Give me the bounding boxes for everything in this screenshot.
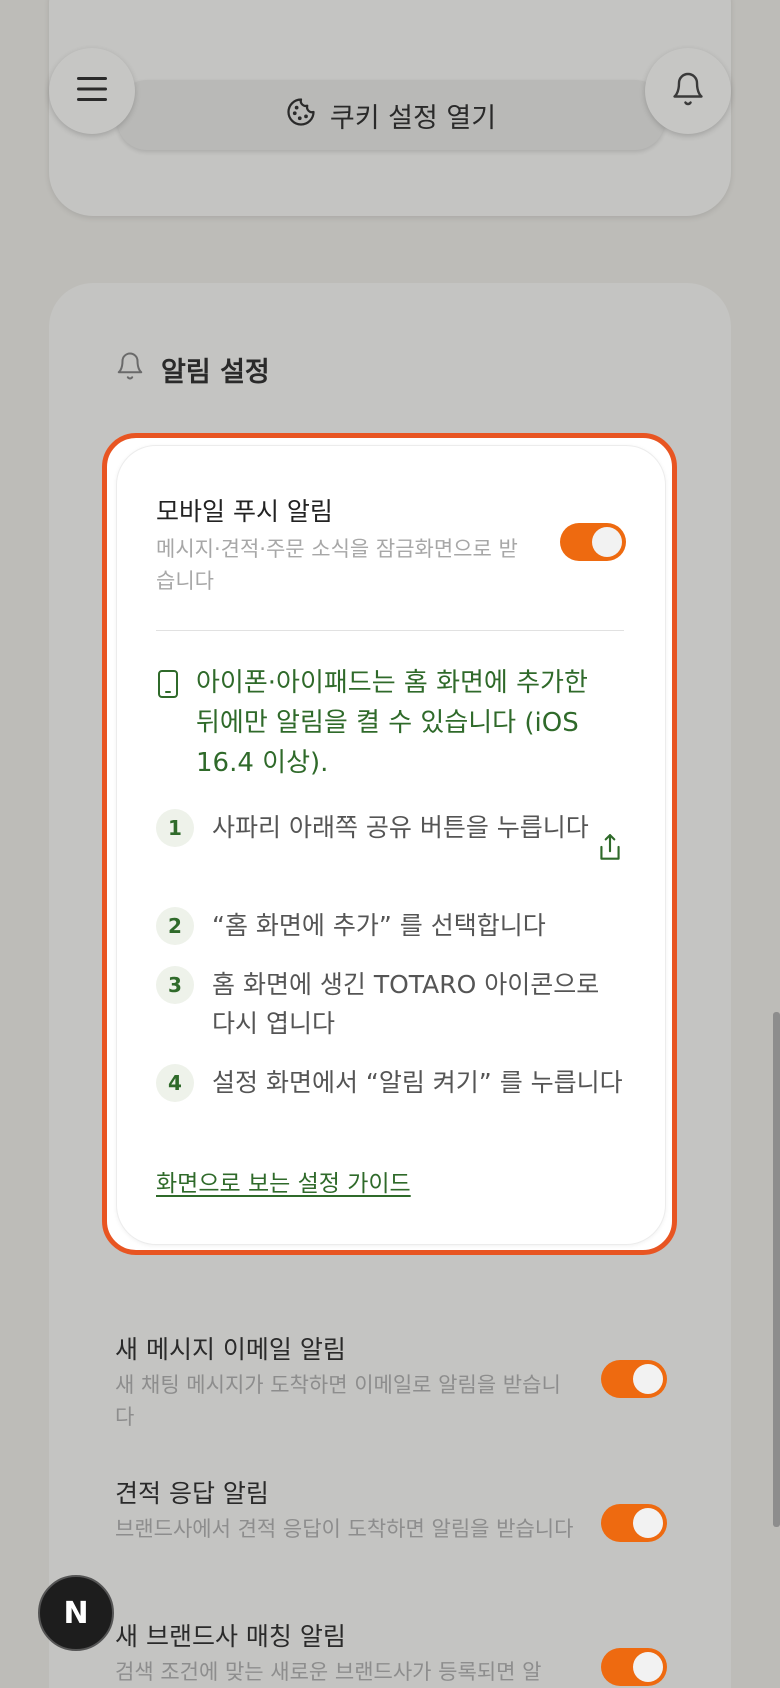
email-alert-toggle[interactable] [601,1360,667,1398]
step-item: 1 사파리 아래쪽 공유 버튼을 누릅니다 [156,808,626,847]
step-item: 3 홈 화면에 생긴 TOTARO 아이콘으로 다시 엽니다 [156,965,626,1043]
step-text: “홈 화면에 추가” 를 선택합니다 [212,911,546,940]
brand-match-description: 검색 조건에 맞는 새로운 브랜드사가 등록되면 알 [115,1660,542,1684]
step-number: 3 [156,966,194,1004]
bell-outline-icon [115,350,145,389]
email-alert-title: 새 메시지 이메일 알림 [115,1335,346,1364]
divider [156,630,624,631]
brand-match-toggle[interactable] [601,1648,667,1686]
section-title-label: 알림 설정 [161,357,270,388]
ios-note-text: 아이폰·아이패드는 홈 화면에 추가한 뒤에만 알림을 켤 수 있습니다 (iO… [196,668,588,778]
step-text: 사파리 아래쪽 공유 버튼을 누릅니다 [212,813,589,842]
email-alert-description: 새 채팅 메시지가 도착하면 이메일로 알림을 받습니다 [115,1373,561,1429]
toggle-knob [592,527,622,557]
ios-note: 아이폰·아이패드는 홈 화면에 추가한 뒤에만 알림을 켤 수 있습니다 (iO… [156,663,606,783]
push-title: 모바일 푸시 알림 [156,497,333,526]
cookie-settings-label: 쿠키 설정 열기 [329,102,497,134]
section-title: 알림 설정 [115,350,270,389]
dev-tools-badge[interactable]: N [38,1575,114,1651]
step-item: 4 설정 화면에서 “알림 켜기” 를 누릅니다 [156,1063,626,1102]
step-number: 2 [156,907,194,945]
notifications-button[interactable] [645,48,731,134]
share-icon [597,833,623,867]
phone-icon [156,669,180,783]
hamburger-menu-icon [75,75,109,107]
step-text: 설정 화면에서 “알림 켜기” 를 누릅니다 [212,1068,623,1097]
menu-button[interactable] [49,48,135,134]
step-number: 1 [156,809,194,847]
cookie-icon [286,97,316,134]
toggle-knob [633,1364,663,1394]
step-item: 2 “홈 화면에 추가” 를 선택합니다 [156,906,626,945]
step-number: 4 [156,1064,194,1102]
scrollbar[interactable] [773,1012,780,1527]
cookie-settings-button[interactable]: 쿠키 설정 열기 [117,80,665,150]
toggle-knob [633,1508,663,1538]
push-toggle[interactable] [560,523,626,561]
bell-icon [670,70,706,112]
setup-guide-link[interactable]: 화면으로 보는 설정 가이드 [156,1164,411,1198]
quote-response-title: 견적 응답 알림 [115,1479,269,1508]
toggle-knob [633,1652,663,1682]
quote-response-description: 브랜드사에서 견적 응답이 도착하면 알림을 받습니다 [115,1517,574,1541]
brand-match-title: 새 브랜드사 매칭 알림 [115,1622,346,1651]
quote-response-toggle[interactable] [601,1504,667,1542]
push-description: 메시지·견적·주문 소식을 잠금화면으로 받습니다 [156,537,518,593]
step-text: 홈 화면에 생긴 TOTARO 아이콘으로 다시 엽니다 [212,970,600,1038]
